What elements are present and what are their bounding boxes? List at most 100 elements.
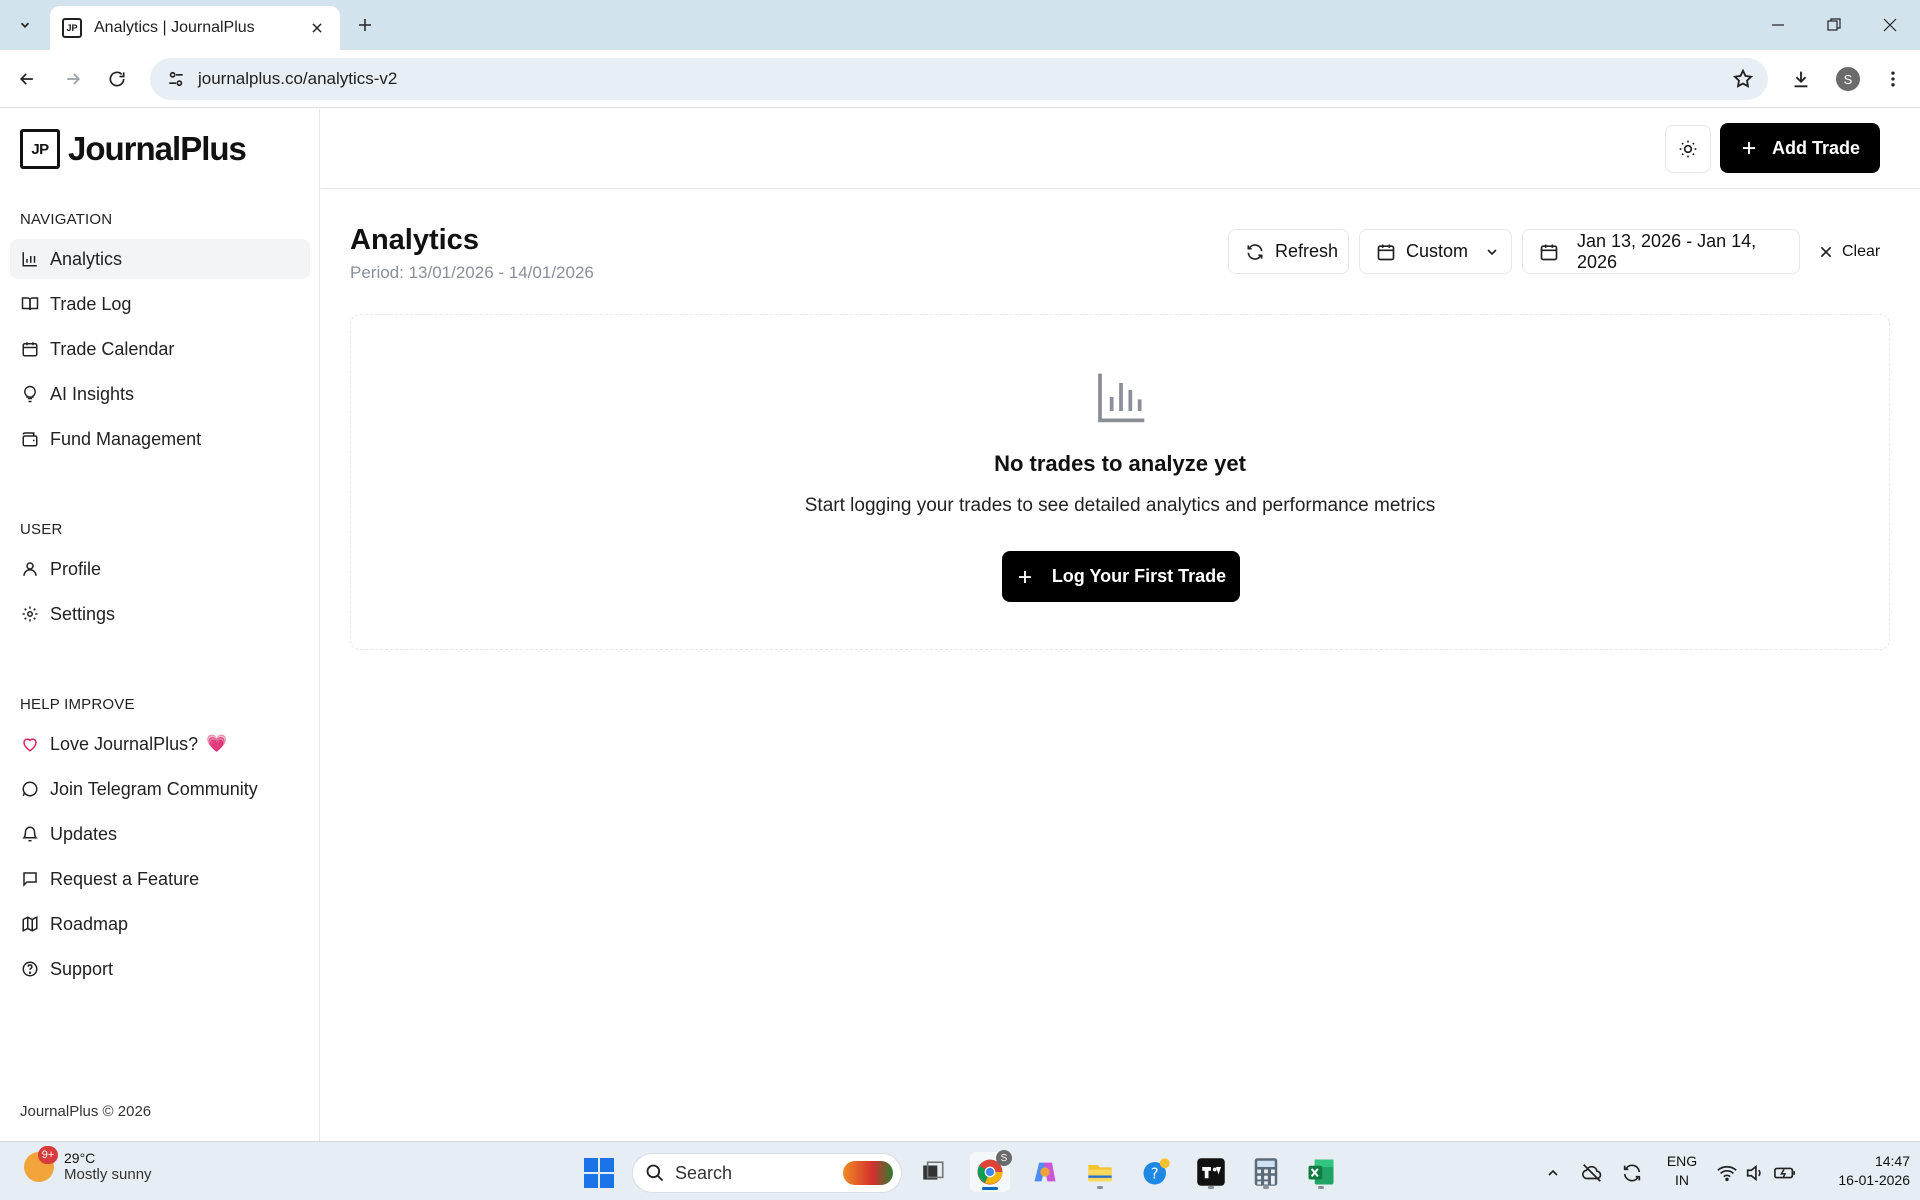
chevron-down-icon [20,22,30,28]
url-text[interactable]: journalplus.co/analytics-v2 [198,69,397,89]
copilot-icon [1034,1162,1056,1182]
taskbar-search[interactable]: Search [632,1153,902,1193]
minimize-button[interactable] [1758,10,1798,40]
sidebar-item-settings[interactable]: Settings [10,594,310,634]
refresh-button[interactable]: Refresh [1228,229,1349,274]
wifi-icon [1717,1165,1737,1182]
clear-date-button[interactable]: Clear [1818,236,1880,268]
tray-overflow-button[interactable] [1540,1160,1566,1186]
clock-time: 14:47 [1874,1153,1910,1169]
help-circle-icon [20,959,40,979]
taskbar-app-copilot[interactable] [1025,1152,1065,1192]
bookmark-button[interactable] [1732,68,1754,90]
back-button[interactable] [12,64,42,94]
sidebar-item-label: Request a Feature [50,868,200,889]
book-icon [20,294,40,314]
refresh-icon [1245,242,1265,262]
address-bar[interactable]: journalplus.co/analytics-v2 [150,58,1768,100]
sidebar-item-ai-insights[interactable]: AI Insights [10,374,310,414]
browser-menu-button[interactable] [1878,64,1908,94]
tray-sync[interactable] [1619,1160,1645,1186]
browser-toolbar: journalplus.co/analytics-v2 S [0,50,1920,108]
user-icon [20,559,40,579]
tray-wifi[interactable] [1714,1160,1740,1186]
logo-mark: JP [20,129,60,169]
forward-button[interactable] [58,64,88,94]
volume-icon [1746,1164,1761,1182]
tray-onedrive[interactable] [1579,1160,1605,1186]
tray-battery[interactable] [1772,1160,1798,1186]
downloads-button[interactable] [1786,64,1816,94]
tab-close-button[interactable] [306,17,328,39]
sidebar-item-roadmap[interactable]: Roadmap [10,904,310,944]
input-language-indicator[interactable]: ENG IN [1662,1152,1702,1190]
sidebar-item-updates[interactable]: Updates [10,814,310,854]
date-range-picker[interactable]: Jan 13, 2026 - Jan 14, 2026 [1522,229,1800,274]
taskbar-app-excel[interactable] [1301,1152,1341,1192]
sidebar-item-profile[interactable]: Profile [10,549,310,589]
cloud-off-icon [1582,1164,1602,1182]
sidebar-item-telegram-community[interactable]: Join Telegram Community [10,769,310,809]
taskbar: 9+ 29°C Mostly sunny Search S ? ENG IN 1… [0,1141,1920,1200]
clock-date: 16-01-2026 [1838,1172,1910,1188]
active-indicator [982,1187,998,1190]
window-close-button[interactable] [1870,10,1910,40]
app-header: Add Trade [321,109,1920,189]
search-icon [645,1163,665,1183]
close-icon [1883,18,1897,32]
sidebar-item-label: Updates [50,823,118,844]
new-tab-button[interactable] [352,12,378,38]
start-button[interactable] [582,1156,616,1190]
sidebar-item-fund-management[interactable]: Fund Management [10,419,310,459]
sidebar-item-request-feature[interactable]: Request a Feature [10,859,310,899]
taskbar-app-help[interactable]: ? [1136,1152,1176,1192]
site-info-button[interactable] [154,58,198,100]
notification-badge: 9+ [38,1145,58,1164]
add-trade-button[interactable]: Add Trade [1720,123,1880,173]
clear-label: Clear [1842,243,1881,260]
nav-section-user: USER [20,521,63,538]
more-vertical-icon [1891,71,1895,87]
restore-button[interactable] [1814,10,1854,40]
profile-button[interactable]: S [1833,64,1863,94]
heart-emoji-icon: 💗 [206,734,228,753]
add-trade-label: Add Trade [1771,137,1860,158]
tab-search-button[interactable] [6,10,44,40]
sidebar-item-trade-calendar[interactable]: Trade Calendar [10,329,310,369]
range-preset-select[interactable]: Custom [1359,229,1512,274]
theme-toggle-button[interactable] [1665,125,1711,173]
empty-state-subtitle: Start logging your trades to see detaile… [804,495,1436,516]
range-preset-value: Custom [1406,241,1469,261]
sidebar-item-analytics[interactable]: Analytics [10,239,310,279]
running-indicator [1208,1186,1214,1189]
minimize-icon [1772,24,1784,26]
tray-volume[interactable] [1742,1160,1768,1186]
date-range-value: Jan 13, 2026 - Jan 14, 2026 [1577,230,1757,272]
sidebar-item-love-journalplus[interactable]: Love JournalPlus? 💗 [10,724,310,764]
taskbar-app-chrome[interactable]: S [970,1150,1012,1192]
arrow-right-icon [67,73,81,85]
log-first-trade-button[interactable]: Log Your First Trade [1002,551,1240,602]
heart-icon [20,734,40,754]
logo-text: JournalPlus [68,130,247,167]
logo[interactable]: JP JournalPlus [20,129,247,169]
bar-chart-icon [20,249,40,269]
sidebar-item-label: Analytics [50,248,123,269]
sun-icon [1679,140,1697,158]
taskbar-app-task-view[interactable] [913,1152,953,1192]
taskbar-app-tradingview[interactable] [1191,1152,1231,1192]
calendar-icon [20,339,40,359]
taskbar-clock[interactable]: 14:47 16-01-2026 [1810,1152,1910,1190]
taskbar-app-calculator[interactable] [1246,1152,1286,1192]
sidebar-item-support[interactable]: Support [10,949,310,989]
weather-widget[interactable]: 9+ 29°C Mostly sunny [24,1145,152,1183]
running-indicator [1097,1186,1103,1189]
reload-button[interactable] [102,64,132,94]
search-highlight-icon [843,1161,893,1185]
download-icon [1794,71,1808,88]
taskbar-app-file-explorer[interactable] [1080,1152,1120,1192]
browser-tab-active[interactable]: JP Analytics | JournalPlus [50,6,340,50]
sidebar-item-trade-log[interactable]: Trade Log [10,284,310,324]
tune-icon [169,71,183,87]
sidebar-item-label: AI Insights [50,383,135,404]
